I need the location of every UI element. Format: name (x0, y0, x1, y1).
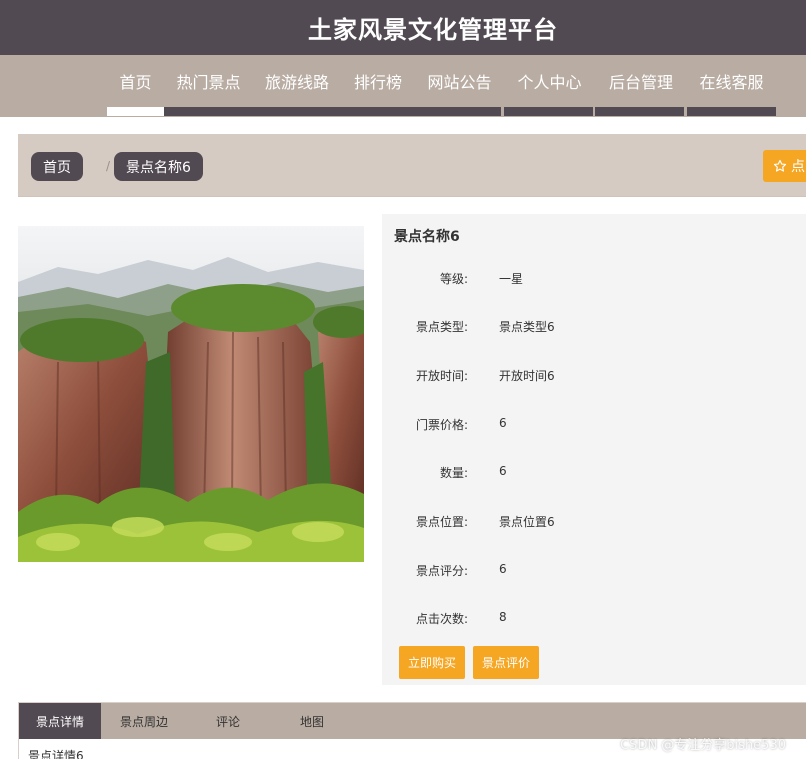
buy-now-button[interactable]: 立即购买 (399, 646, 465, 679)
nav-ranking[interactable]: 排行榜 (341, 55, 415, 116)
favorite-label: 点 (791, 159, 805, 175)
field-label: 等级: (439, 272, 468, 286)
info-row-price: 门票价格: 6 (382, 416, 806, 436)
nav-label: 首页 (119, 73, 152, 92)
info-row-type: 景点类型: 景点类型6 (382, 318, 806, 338)
nav-label: 网站公告 (427, 73, 492, 92)
nav-underline (253, 107, 341, 116)
field-label: 点击次数: (415, 612, 468, 626)
nav-admin[interactable]: 后台管理 (595, 55, 687, 116)
nav-label: 个人中心 (517, 73, 582, 92)
nav-label: 后台管理 (608, 73, 673, 92)
info-row-open-time: 开放时间: 开放时间6 (382, 367, 806, 387)
nav-support[interactable]: 在线客服 (687, 55, 776, 116)
nav-underline (504, 107, 593, 116)
field-label: 开放时间: (415, 369, 468, 383)
field-label: 门票价格: (415, 418, 468, 432)
nav-notice[interactable]: 网站公告 (415, 55, 504, 116)
nav-home[interactable]: 首页 (107, 55, 164, 116)
info-row-level: 等级: 一星 (382, 270, 806, 290)
field-value: 6 (499, 562, 507, 576)
nav-hot-spots[interactable]: 热门景点 (164, 55, 253, 116)
nav-underline (164, 107, 253, 116)
breadcrumb-separator: / (106, 159, 111, 173)
info-row-quantity: 数量: 6 (382, 464, 806, 484)
field-value: 6 (499, 416, 507, 430)
tab-comments[interactable]: 评论 (187, 703, 269, 739)
field-value: 6 (499, 464, 507, 478)
tab-map[interactable]: 地图 (269, 703, 355, 739)
field-value: 8 (499, 610, 507, 624)
nav-routes[interactable]: 旅游线路 (253, 55, 341, 116)
review-button[interactable]: 景点评价 (473, 646, 539, 679)
info-row-clicks: 点击次数: 8 (382, 610, 806, 630)
tab-surroundings[interactable]: 景点周边 (101, 703, 187, 739)
field-label: 数量: (439, 466, 468, 480)
page: 土家风景文化管理平台 首页 热门景点 旅游线路 排行榜 网站公告 个人中心 后台… (0, 0, 806, 759)
nav-underline (687, 107, 776, 116)
field-value: 开放时间6 (499, 369, 555, 383)
breadcrumb: 首页 / 景点名称6 点 (18, 134, 806, 197)
scenic-photo (18, 212, 364, 562)
nav-active-indicator (107, 107, 164, 116)
breadcrumb-home[interactable]: 首页 (31, 152, 83, 181)
site-title: 土家风景文化管理平台 (308, 16, 558, 44)
tab-details[interactable]: 景点详情 (19, 703, 101, 739)
star-outline-icon (773, 159, 787, 172)
site-header: 土家风景文化管理平台 (0, 0, 806, 55)
field-label: 景点评分: (415, 564, 468, 578)
main-nav: 首页 热门景点 旅游线路 排行榜 网站公告 个人中心 后台管理 在线客服 (0, 55, 806, 117)
scenic-info-panel: 景点名称6 等级: 一星 景点类型: 景点类型6 开放时间: 开放时间6 门票价… (382, 214, 806, 685)
field-label: 景点位置: (415, 515, 468, 529)
favorite-button[interactable]: 点 (763, 150, 806, 182)
nav-label: 排行榜 (353, 73, 402, 92)
nav-underline (341, 107, 415, 116)
field-value: 景点位置6 (499, 515, 555, 529)
nav-label: 旅游线路 (264, 73, 329, 92)
field-label: 景点类型: (415, 320, 468, 334)
watermark: CSDN @专注分享bishe530 (620, 738, 786, 753)
info-row-location: 景点位置: 景点位置6 (382, 513, 806, 533)
field-value: 景点类型6 (499, 320, 555, 334)
nav-underline (415, 107, 501, 116)
field-value: 一星 (499, 272, 524, 286)
breadcrumb-current: 景点名称6 (114, 152, 203, 181)
info-row-rating: 景点评分: 6 (382, 562, 806, 582)
nav-profile[interactable]: 个人中心 (504, 55, 595, 116)
tab-content-details: 景点详情6 (28, 749, 84, 759)
nav-label: 在线客服 (699, 73, 764, 92)
scenic-name: 景点名称6 (394, 229, 460, 245)
nav-underline (595, 107, 684, 116)
nav-label: 热门景点 (176, 73, 241, 92)
